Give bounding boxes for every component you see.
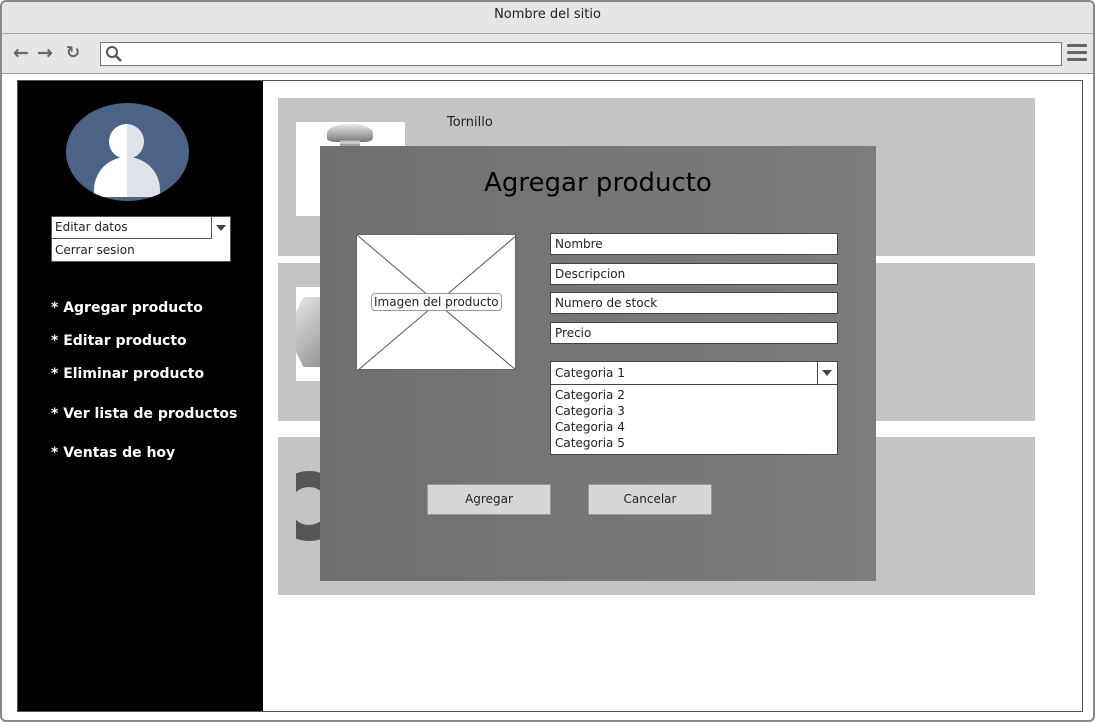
browser-toolbar: ← → ↻ (2, 34, 1093, 74)
chevron-down-icon[interactable] (211, 217, 230, 239)
image-caption: Imagen del producto (371, 293, 502, 311)
category-option[interactable]: Categoria 3 (551, 403, 837, 419)
user-menu-dropdown[interactable]: Editar datos Cerrar sesion (51, 216, 231, 262)
avatar (66, 103, 189, 201)
add-product-modal: Agregar producto Imagen del producto Nom… (320, 146, 876, 581)
cancel-button[interactable]: Cancelar (588, 484, 712, 515)
user-menu-selected[interactable]: Editar datos (52, 217, 230, 239)
reload-icon[interactable]: ↻ (62, 42, 84, 64)
price-field[interactable]: Precio (550, 322, 838, 344)
sidebar-item-add-product[interactable]: * Agregar producto (51, 300, 203, 316)
product-name: Tornillo (447, 115, 493, 130)
sidebar: Editar datos Cerrar sesion * Agregar pro… (18, 81, 263, 711)
menu-icon[interactable] (1067, 44, 1087, 62)
sidebar-item-delete-product[interactable]: * Eliminar producto (51, 366, 204, 382)
category-selected-label: Categoria 1 (555, 366, 625, 380)
modal-title: Agregar producto (484, 168, 712, 198)
category-option[interactable]: Categoria 4 (551, 419, 837, 435)
description-field[interactable]: Descripcion (550, 263, 838, 285)
page-viewport: Editar datos Cerrar sesion * Agregar pro… (17, 80, 1083, 712)
product-image-placeholder[interactable]: Imagen del producto (356, 234, 516, 370)
sidebar-item-today-sales[interactable]: * Ventas de hoy (51, 445, 175, 461)
stock-field[interactable]: Numero de stock (550, 292, 838, 314)
window-title: Nombre del sitio (2, 2, 1093, 34)
category-option[interactable]: Categoria 5 (551, 435, 837, 451)
forward-arrow-icon[interactable]: → (34, 42, 56, 64)
chevron-down-icon[interactable] (817, 362, 837, 384)
name-field[interactable]: Nombre (550, 233, 838, 255)
back-arrow-icon[interactable]: ← (10, 42, 32, 64)
add-button[interactable]: Agregar (427, 484, 551, 515)
browser-window: Nombre del sitio ← → ↻ Editar datos Cerr… (0, 0, 1095, 722)
category-option[interactable]: Categoria 2 (551, 387, 837, 403)
category-select[interactable]: Categoria 1 Categoria 2 Categoria 3 Cate… (550, 361, 838, 455)
category-selected[interactable]: Categoria 1 (551, 362, 837, 385)
search-icon (106, 46, 122, 62)
address-bar[interactable] (100, 42, 1062, 66)
sidebar-item-edit-product[interactable]: * Editar producto (51, 333, 187, 349)
logout-option[interactable]: Cerrar sesion (52, 240, 230, 262)
sidebar-item-product-list[interactable]: * Ver lista de productos (51, 406, 237, 422)
